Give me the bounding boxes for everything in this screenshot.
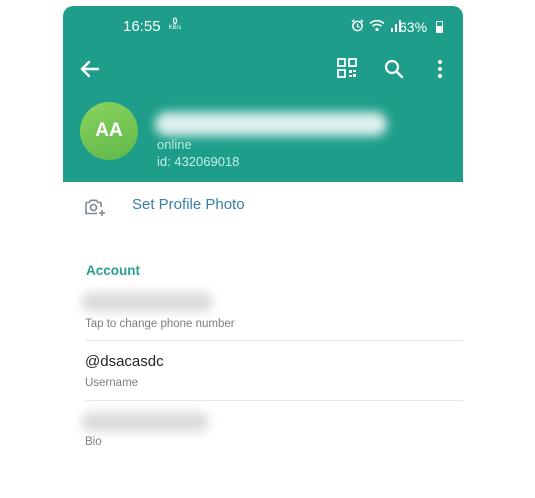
wifi-icon (369, 19, 385, 32)
more-options-button[interactable] (433, 56, 447, 82)
divider (85, 400, 463, 401)
battery-percent: 63% (399, 19, 428, 35)
username-value: @dsacasdc (85, 353, 164, 370)
phone-hint: Tap to change phone number (85, 318, 235, 330)
online-status: online (157, 137, 192, 152)
bio-row[interactable]: Bio (63, 404, 463, 460)
phone-screen: 16:55 0 KB/s 63% AA online id: 432069018… (63, 6, 463, 498)
qr-code-button[interactable] (335, 56, 359, 80)
status-bar: 16:55 0 KB/s 63% (63, 16, 463, 38)
username-label: Username (85, 377, 139, 389)
camera-add-icon (85, 199, 105, 216)
status-icons (351, 19, 402, 32)
bio-redacted (81, 412, 209, 432)
search-button[interactable] (381, 56, 407, 82)
username-row[interactable]: @dsacasdc Username (63, 346, 463, 402)
battery-icon (436, 21, 443, 33)
set-profile-photo-button[interactable]: Set Profile Photo (63, 186, 463, 230)
network-speed: 0 KB/s (167, 16, 183, 32)
divider (85, 340, 463, 341)
network-speed-unit: KB/s (168, 25, 182, 31)
set-profile-photo-label: Set Profile Photo (132, 196, 245, 213)
back-button[interactable] (77, 56, 103, 82)
profile-name-redacted (155, 112, 387, 136)
arrow-left-icon (80, 60, 100, 78)
qr-code-icon (337, 58, 357, 78)
user-id: id: 432069018 (157, 154, 240, 169)
status-time: 16:55 (123, 18, 161, 35)
profile-header: 16:55 0 KB/s 63% AA online id: 432069018 (63, 6, 463, 182)
account-section-title: Account (86, 263, 140, 278)
phone-number-row[interactable]: Tap to change phone number (63, 284, 463, 340)
avatar[interactable]: AA (80, 102, 138, 160)
alarm-icon (351, 19, 364, 32)
phone-number-redacted (81, 292, 213, 312)
network-speed-value: 0 (172, 16, 178, 26)
more-vertical-icon (437, 59, 443, 79)
search-icon (384, 59, 404, 79)
bio-label: Bio (85, 436, 102, 448)
